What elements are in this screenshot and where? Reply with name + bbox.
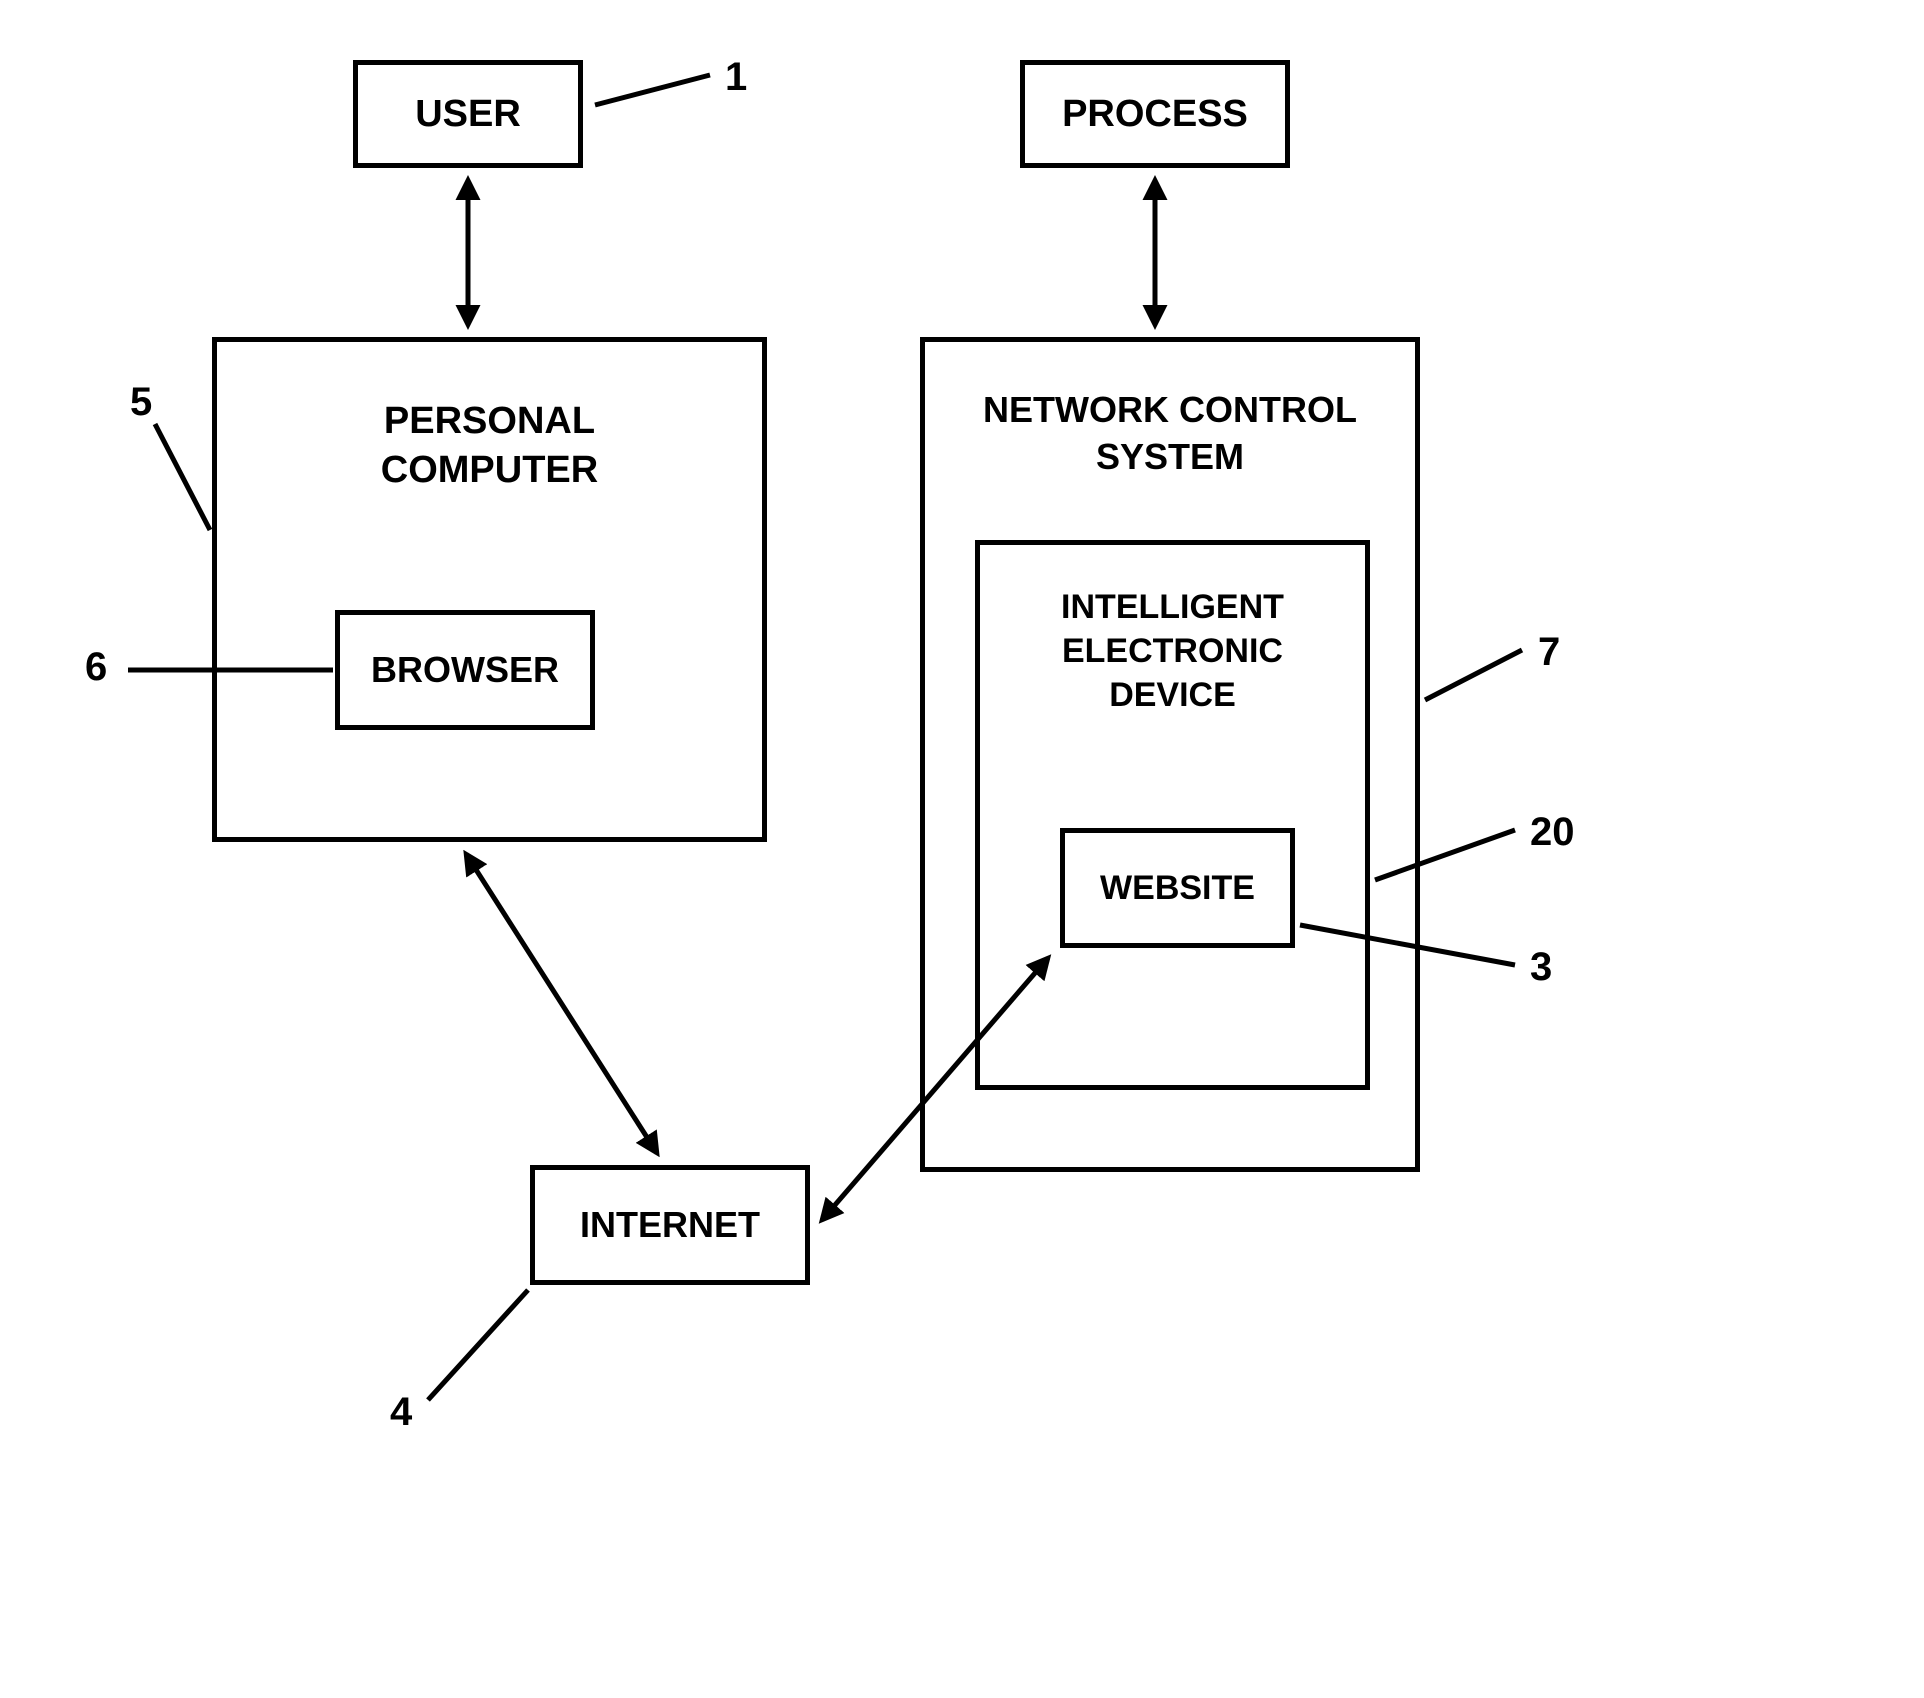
process-box: PROCESS [1020,60,1290,168]
system-architecture-diagram: USER PROCESS PERSONAL COMPUTER BROWSER N… [0,0,1924,1698]
user-label: USER [415,93,521,136]
ref-7: 7 [1538,630,1560,675]
ref-1: 1 [725,55,747,100]
internet-label: INTERNET [580,1204,760,1246]
network-control-label: NETWORK CONTROL SYSTEM [983,387,1357,481]
website-box: WEBSITE [1060,828,1295,948]
ied-box: INTELLIGENT ELECTRONIC DEVICE [975,540,1370,1090]
ied-label: INTELLIGENT ELECTRONIC DEVICE [1061,585,1284,718]
ref-20: 20 [1530,810,1575,855]
user-box: USER [353,60,583,168]
browser-label: BROWSER [371,649,559,691]
ref-6: 6 [85,645,107,690]
internet-box: INTERNET [530,1165,810,1285]
website-label: WEBSITE [1100,869,1255,908]
ref-3: 3 [1530,945,1552,990]
browser-box: BROWSER [335,610,595,730]
personal-computer-label: PERSONAL COMPUTER [381,397,598,496]
ref-4: 4 [390,1390,412,1435]
process-label: PROCESS [1062,93,1248,136]
ref-5: 5 [130,380,152,425]
personal-computer-box: PERSONAL COMPUTER [212,337,767,842]
